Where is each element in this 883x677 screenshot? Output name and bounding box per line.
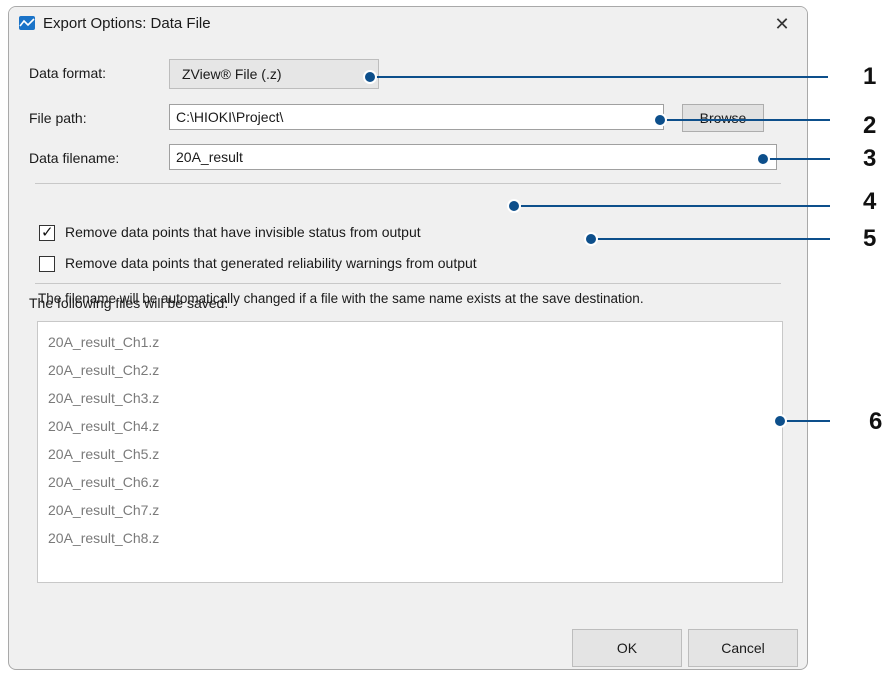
list-item: 20A_result_Ch8.z — [48, 530, 160, 546]
callout-dot — [584, 232, 598, 246]
reliability-warnings-checkbox[interactable] — [39, 256, 55, 272]
callout-number: 2 — [863, 112, 877, 139]
callout-number: 5 — [863, 225, 877, 252]
data-filename-label: Data filename: — [29, 150, 120, 166]
invisible-status-label: Remove data points that have invisible s… — [65, 224, 421, 240]
callout-dot — [653, 113, 667, 127]
list-item: 20A_result_Ch6.z — [48, 474, 160, 490]
callout-line — [780, 420, 830, 422]
list-item: 20A_result_Ch5.z — [48, 446, 160, 462]
data-filename-input[interactable]: 20A_result — [169, 144, 777, 170]
callout-number: 3 — [863, 145, 877, 172]
data-format-dropdown[interactable]: ZView® File (.z) ⌄ — [169, 59, 379, 89]
close-button[interactable]: ✕ — [767, 11, 797, 37]
callout-dot — [363, 70, 377, 84]
files-list[interactable]: 20A_result_Ch1.z 20A_result_Ch2.z 20A_re… — [37, 321, 783, 583]
callout-dot — [773, 414, 787, 428]
callout-number: 1 — [863, 63, 877, 90]
data-format-label: Data format: — [29, 65, 107, 81]
callout-line — [591, 238, 830, 240]
callout-dot — [756, 152, 770, 166]
list-item: 20A_result_Ch4.z — [48, 418, 160, 434]
file-path-label: File path: — [29, 110, 87, 126]
files-note: The filename will be automatically chang… — [38, 291, 644, 306]
window-title: Export Options: Data File — [43, 15, 211, 32]
callout-line — [514, 205, 830, 207]
file-path-input[interactable]: C:\HIOKI\Project\ — [169, 104, 664, 130]
callout-number: 6 — [869, 408, 883, 435]
callout-dot — [507, 199, 521, 213]
cancel-button[interactable]: Cancel — [688, 629, 798, 667]
list-item: 20A_result_Ch2.z — [48, 362, 160, 378]
list-item: 20A_result_Ch3.z — [48, 390, 160, 406]
divider — [35, 183, 781, 184]
divider — [35, 283, 781, 284]
browse-button[interactable]: Browse — [682, 104, 764, 132]
list-item: 20A_result_Ch7.z — [48, 502, 160, 518]
callout-line — [763, 158, 830, 160]
export-options-dialog: Export Options: Data File ✕ Data format:… — [8, 6, 808, 670]
list-item: 20A_result_Ch1.z — [48, 334, 160, 350]
callout-number: 4 — [863, 188, 877, 215]
title-bar: Export Options: Data File ✕ — [9, 7, 807, 41]
reliability-warnings-label: Remove data points that generated reliab… — [65, 255, 477, 271]
callout-line — [660, 119, 830, 121]
data-format-value: ZView® File (.z) — [182, 66, 282, 82]
close-icon: ✕ — [774, 14, 790, 34]
ok-button[interactable]: OK — [572, 629, 682, 667]
callout-line — [370, 76, 828, 78]
invisible-status-checkbox[interactable] — [39, 223, 55, 241]
app-graph-icon — [19, 16, 35, 30]
